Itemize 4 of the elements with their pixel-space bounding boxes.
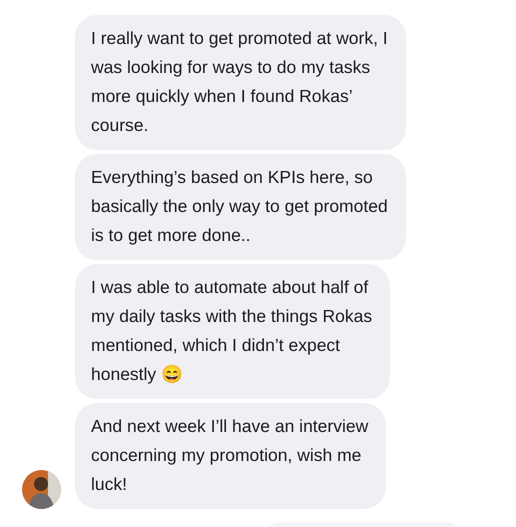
message-text: I was able to automate about half of my daily tasks with the things Rokas mentioned, which I didn’t expect honestly 😄 [91, 277, 372, 384]
message-text: I really want to get promoted at work, I was looking for ways to do my tasks more quickly when I found Rokas’ course. [91, 28, 388, 135]
message-text: Everything’s based on KPIs here, so basically the only way to get promoted is to get more done.. [91, 167, 388, 245]
message-text: And next week I’ll have an interview concerning my promotion, wish me luck! [91, 416, 368, 494]
